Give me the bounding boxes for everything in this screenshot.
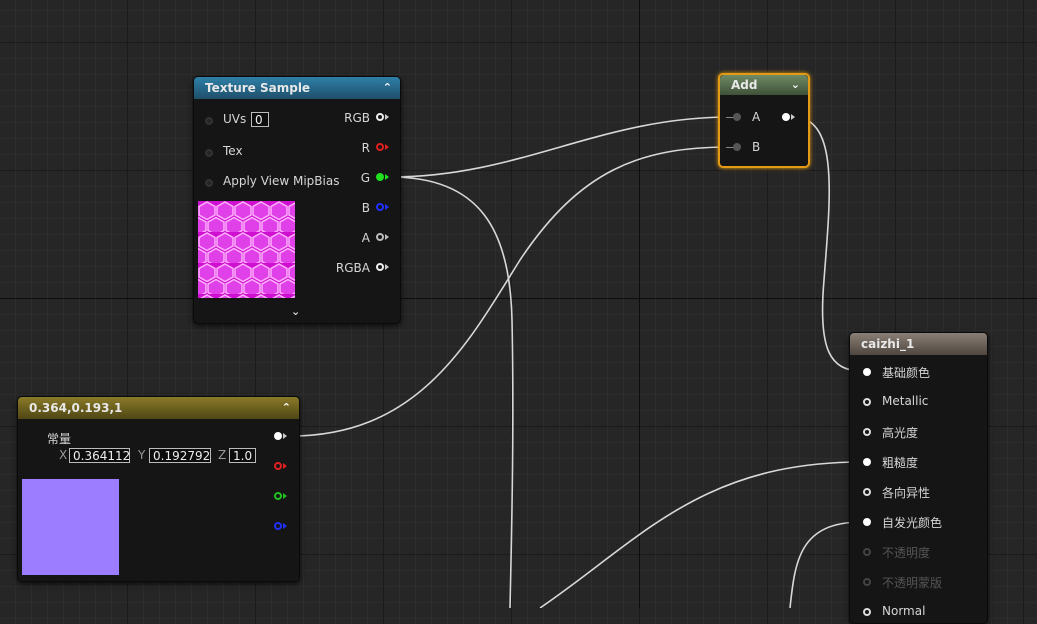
constant-output-b-pin[interactable] bbox=[274, 522, 282, 530]
add-dropdown-chevron-icon[interactable]: ⌄ bbox=[791, 75, 800, 95]
constant-output-rgb-pin[interactable] bbox=[274, 432, 282, 440]
add-input-a-pin[interactable] bbox=[733, 113, 741, 121]
output-b-arrow-icon bbox=[385, 204, 389, 210]
constant-output-r-pin[interactable] bbox=[274, 462, 282, 470]
output-r-label: R bbox=[361, 141, 370, 155]
constant-collapse-chevron-icon[interactable]: ⌃ bbox=[282, 397, 291, 419]
output-a-pin[interactable] bbox=[376, 233, 384, 241]
normal-pin[interactable] bbox=[863, 608, 871, 616]
y-value-field[interactable]: 0.192792 bbox=[149, 448, 211, 463]
constant-node-header[interactable]: 0.364,0.193,1 ⌃ bbox=[18, 397, 299, 419]
output-b-pin[interactable] bbox=[376, 203, 384, 211]
constant-node-title: 0.364,0.193,1 bbox=[29, 401, 123, 415]
material-node-title: caizhi_1 bbox=[861, 337, 915, 351]
add-input-a-label: A bbox=[752, 110, 761, 124]
output-b-label: B bbox=[361, 201, 370, 215]
uvs-input-pin[interactable] bbox=[205, 117, 213, 125]
specular-pin[interactable] bbox=[863, 428, 871, 436]
constant-color-preview bbox=[22, 479, 119, 575]
wire-g-down bbox=[390, 176, 514, 608]
normal-label: Normal bbox=[882, 604, 926, 618]
add-input-b-label: B bbox=[752, 140, 761, 154]
anisotropy-label: 各向异性 bbox=[882, 486, 931, 500]
output-rgb-pin[interactable] bbox=[376, 113, 384, 121]
constant-rgb-arrow-icon bbox=[283, 433, 287, 439]
output-g-pin[interactable] bbox=[376, 173, 384, 181]
material-result-node[interactable]: caizhi_1 基础颜色 Metallic 高光度 粗糙度 各向异性 自发光颜… bbox=[849, 332, 988, 624]
add-node-header[interactable]: Add ⌄ bbox=[720, 75, 808, 95]
output-g-label: G bbox=[360, 171, 370, 185]
z-label: Z bbox=[218, 448, 227, 462]
wire-to-roughness bbox=[539, 461, 863, 608]
add-output-pin[interactable] bbox=[782, 113, 790, 121]
opacity-label: 不透明度 bbox=[882, 546, 931, 560]
constant-output-g-pin[interactable] bbox=[274, 492, 282, 500]
emissive-color-label: 自发光颜色 bbox=[882, 516, 943, 530]
output-a-label: A bbox=[361, 231, 370, 245]
texture-sample-node[interactable]: Texture Sample ⌃ UVs 0 Tex Apply View Mi… bbox=[193, 76, 401, 324]
x-value-field[interactable]: 0.364112 bbox=[69, 448, 130, 463]
metallic-pin[interactable] bbox=[863, 398, 871, 406]
output-rgba-arrow-icon bbox=[385, 264, 389, 270]
texture-preview bbox=[198, 201, 295, 298]
add-node[interactable]: Add ⌄ A B bbox=[718, 73, 810, 168]
base-color-label: 基础颜色 bbox=[882, 366, 931, 380]
add-input-b-pin[interactable] bbox=[733, 143, 741, 151]
output-r-arrow-icon bbox=[385, 144, 389, 150]
z-value-field[interactable]: 1.0 bbox=[229, 448, 256, 463]
constant-r-arrow-icon bbox=[283, 463, 287, 469]
roughness-label: 粗糙度 bbox=[882, 456, 919, 470]
uvs-value-field[interactable]: 0 bbox=[251, 112, 269, 127]
output-rgba-label: RGBA bbox=[335, 261, 370, 275]
tex-input-label: Tex bbox=[223, 144, 243, 158]
texture-sample-header[interactable]: Texture Sample ⌃ bbox=[194, 77, 400, 99]
constant-b-arrow-icon bbox=[283, 523, 287, 529]
tex-input-pin[interactable] bbox=[205, 149, 213, 157]
output-a-arrow-icon bbox=[385, 234, 389, 240]
opacity-mask-label: 不透明蒙版 bbox=[882, 576, 943, 590]
anisotropy-pin[interactable] bbox=[863, 488, 871, 496]
opacity-pin[interactable] bbox=[863, 548, 871, 556]
wire-g-to-add-a bbox=[390, 116, 731, 178]
metallic-label: Metallic bbox=[882, 394, 929, 408]
y-label: Y bbox=[138, 448, 146, 462]
emissive-color-pin[interactable] bbox=[863, 518, 871, 526]
opacity-mask-pin[interactable] bbox=[863, 578, 871, 586]
mipbias-input-label: Apply View MipBias bbox=[223, 174, 340, 188]
constant-label: 常量 bbox=[47, 432, 72, 446]
material-node-header[interactable]: caizhi_1 bbox=[850, 333, 987, 355]
output-g-arrow-icon bbox=[385, 174, 389, 180]
output-rgb-arrow-icon bbox=[385, 114, 389, 120]
base-color-pin[interactable] bbox=[863, 368, 871, 376]
output-r-pin[interactable] bbox=[376, 143, 384, 151]
output-rgb-label: RGB bbox=[344, 111, 370, 125]
add-node-title: Add bbox=[731, 78, 758, 92]
uvs-input-label: UVs bbox=[223, 112, 247, 126]
constant-g-arrow-icon bbox=[283, 493, 287, 499]
output-rgba-pin[interactable] bbox=[376, 263, 384, 271]
expand-chevron-icon[interactable]: ⌄ bbox=[291, 305, 300, 318]
collapse-chevron-icon[interactable]: ⌃ bbox=[383, 77, 392, 99]
mipbias-input-pin[interactable] bbox=[205, 179, 213, 187]
specular-label: 高光度 bbox=[882, 426, 919, 440]
roughness-pin[interactable] bbox=[863, 458, 871, 466]
texture-sample-title: Texture Sample bbox=[205, 81, 311, 95]
add-output-arrow-icon bbox=[791, 114, 795, 120]
x-label: X bbox=[59, 448, 68, 462]
constant3vector-node[interactable]: 0.364,0.193,1 ⌃ 常量 X 0.364112 Y 0.192792… bbox=[17, 396, 300, 582]
